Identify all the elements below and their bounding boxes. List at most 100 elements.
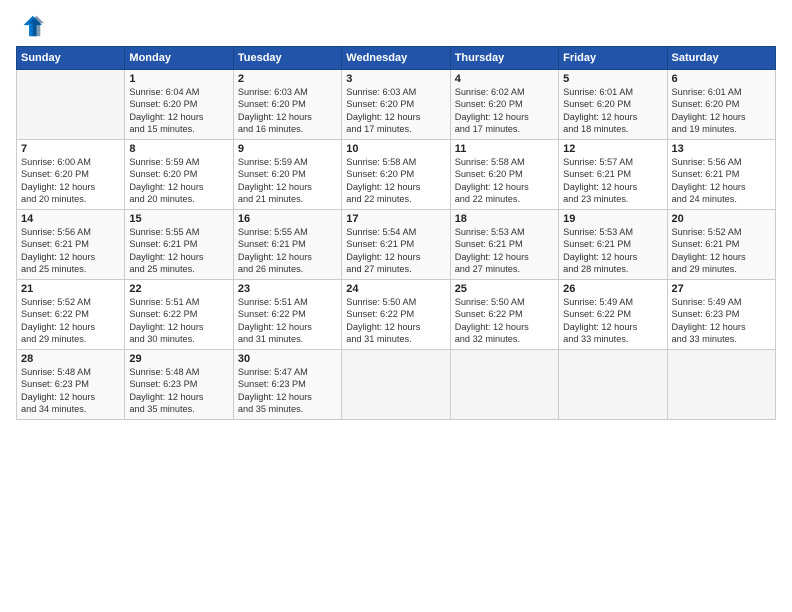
calendar-week-5: 28Sunrise: 5:48 AMSunset: 6:23 PMDayligh… xyxy=(17,350,776,420)
day-info: Sunrise: 5:56 AMSunset: 6:21 PMDaylight:… xyxy=(21,226,120,276)
calendar-cell xyxy=(342,350,450,420)
day-number: 22 xyxy=(129,283,228,295)
calendar-cell: 18Sunrise: 5:53 AMSunset: 6:21 PMDayligh… xyxy=(450,210,558,280)
day-number: 1 xyxy=(129,73,228,85)
day-info: Sunrise: 6:00 AMSunset: 6:20 PMDaylight:… xyxy=(21,156,120,206)
calendar-week-2: 7Sunrise: 6:00 AMSunset: 6:20 PMDaylight… xyxy=(17,140,776,210)
day-info: Sunrise: 6:01 AMSunset: 6:20 PMDaylight:… xyxy=(672,86,771,136)
day-info: Sunrise: 5:48 AMSunset: 6:23 PMDaylight:… xyxy=(21,366,120,416)
calendar-table: SundayMondayTuesdayWednesdayThursdayFrid… xyxy=(16,46,776,420)
calendar-cell: 16Sunrise: 5:55 AMSunset: 6:21 PMDayligh… xyxy=(233,210,341,280)
day-info: Sunrise: 5:58 AMSunset: 6:20 PMDaylight:… xyxy=(346,156,445,206)
calendar-cell: 23Sunrise: 5:51 AMSunset: 6:22 PMDayligh… xyxy=(233,280,341,350)
day-number: 24 xyxy=(346,283,445,295)
calendar-cell: 27Sunrise: 5:49 AMSunset: 6:23 PMDayligh… xyxy=(667,280,775,350)
day-number: 5 xyxy=(563,73,662,85)
day-number: 26 xyxy=(563,283,662,295)
day-info: Sunrise: 5:58 AMSunset: 6:20 PMDaylight:… xyxy=(455,156,554,206)
calendar-cell: 5Sunrise: 6:01 AMSunset: 6:20 PMDaylight… xyxy=(559,70,667,140)
day-number: 12 xyxy=(563,143,662,155)
day-number: 10 xyxy=(346,143,445,155)
calendar-cell: 20Sunrise: 5:52 AMSunset: 6:21 PMDayligh… xyxy=(667,210,775,280)
day-info: Sunrise: 5:52 AMSunset: 6:22 PMDaylight:… xyxy=(21,296,120,346)
day-info: Sunrise: 5:49 AMSunset: 6:23 PMDaylight:… xyxy=(672,296,771,346)
day-number: 7 xyxy=(21,143,120,155)
day-info: Sunrise: 6:03 AMSunset: 6:20 PMDaylight:… xyxy=(238,86,337,136)
day-number: 17 xyxy=(346,213,445,225)
day-info: Sunrise: 5:59 AMSunset: 6:20 PMDaylight:… xyxy=(129,156,228,206)
day-number: 13 xyxy=(672,143,771,155)
calendar-cell: 13Sunrise: 5:56 AMSunset: 6:21 PMDayligh… xyxy=(667,140,775,210)
day-info: Sunrise: 5:51 AMSunset: 6:22 PMDaylight:… xyxy=(238,296,337,346)
day-number: 15 xyxy=(129,213,228,225)
day-number: 14 xyxy=(21,213,120,225)
day-number: 30 xyxy=(238,353,337,365)
day-info: Sunrise: 5:52 AMSunset: 6:21 PMDaylight:… xyxy=(672,226,771,276)
logo xyxy=(16,12,48,40)
day-info: Sunrise: 5:54 AMSunset: 6:21 PMDaylight:… xyxy=(346,226,445,276)
calendar-cell: 2Sunrise: 6:03 AMSunset: 6:20 PMDaylight… xyxy=(233,70,341,140)
day-number: 23 xyxy=(238,283,337,295)
day-number: 20 xyxy=(672,213,771,225)
calendar-cell xyxy=(450,350,558,420)
day-number: 16 xyxy=(238,213,337,225)
day-info: Sunrise: 5:53 AMSunset: 6:21 PMDaylight:… xyxy=(455,226,554,276)
day-number: 8 xyxy=(129,143,228,155)
day-info: Sunrise: 5:55 AMSunset: 6:21 PMDaylight:… xyxy=(129,226,228,276)
day-info: Sunrise: 5:50 AMSunset: 6:22 PMDaylight:… xyxy=(455,296,554,346)
calendar-cell: 9Sunrise: 5:59 AMSunset: 6:20 PMDaylight… xyxy=(233,140,341,210)
weekday-header-thursday: Thursday xyxy=(450,47,558,70)
calendar-cell: 30Sunrise: 5:47 AMSunset: 6:23 PMDayligh… xyxy=(233,350,341,420)
calendar-cell: 7Sunrise: 6:00 AMSunset: 6:20 PMDaylight… xyxy=(17,140,125,210)
weekday-header-wednesday: Wednesday xyxy=(342,47,450,70)
day-info: Sunrise: 5:53 AMSunset: 6:21 PMDaylight:… xyxy=(563,226,662,276)
calendar-cell: 10Sunrise: 5:58 AMSunset: 6:20 PMDayligh… xyxy=(342,140,450,210)
day-number: 25 xyxy=(455,283,554,295)
day-info: Sunrise: 5:50 AMSunset: 6:22 PMDaylight:… xyxy=(346,296,445,346)
weekday-header-friday: Friday xyxy=(559,47,667,70)
calendar-cell: 11Sunrise: 5:58 AMSunset: 6:20 PMDayligh… xyxy=(450,140,558,210)
logo-icon xyxy=(16,12,44,40)
calendar-cell: 3Sunrise: 6:03 AMSunset: 6:20 PMDaylight… xyxy=(342,70,450,140)
day-number: 11 xyxy=(455,143,554,155)
day-number: 29 xyxy=(129,353,228,365)
day-number: 27 xyxy=(672,283,771,295)
calendar-cell: 8Sunrise: 5:59 AMSunset: 6:20 PMDaylight… xyxy=(125,140,233,210)
calendar-cell xyxy=(17,70,125,140)
calendar-cell: 6Sunrise: 6:01 AMSunset: 6:20 PMDaylight… xyxy=(667,70,775,140)
calendar-cell: 15Sunrise: 5:55 AMSunset: 6:21 PMDayligh… xyxy=(125,210,233,280)
day-number: 21 xyxy=(21,283,120,295)
day-info: Sunrise: 5:57 AMSunset: 6:21 PMDaylight:… xyxy=(563,156,662,206)
calendar-cell: 29Sunrise: 5:48 AMSunset: 6:23 PMDayligh… xyxy=(125,350,233,420)
day-number: 6 xyxy=(672,73,771,85)
day-info: Sunrise: 6:02 AMSunset: 6:20 PMDaylight:… xyxy=(455,86,554,136)
calendar-cell xyxy=(559,350,667,420)
day-info: Sunrise: 5:59 AMSunset: 6:20 PMDaylight:… xyxy=(238,156,337,206)
day-number: 19 xyxy=(563,213,662,225)
weekday-header-monday: Monday xyxy=(125,47,233,70)
weekday-header-saturday: Saturday xyxy=(667,47,775,70)
day-info: Sunrise: 5:49 AMSunset: 6:22 PMDaylight:… xyxy=(563,296,662,346)
calendar-cell: 1Sunrise: 6:04 AMSunset: 6:20 PMDaylight… xyxy=(125,70,233,140)
calendar-cell: 17Sunrise: 5:54 AMSunset: 6:21 PMDayligh… xyxy=(342,210,450,280)
calendar-cell: 22Sunrise: 5:51 AMSunset: 6:22 PMDayligh… xyxy=(125,280,233,350)
calendar-cell: 19Sunrise: 5:53 AMSunset: 6:21 PMDayligh… xyxy=(559,210,667,280)
weekday-header-row: SundayMondayTuesdayWednesdayThursdayFrid… xyxy=(17,47,776,70)
day-info: Sunrise: 5:48 AMSunset: 6:23 PMDaylight:… xyxy=(129,366,228,416)
day-info: Sunrise: 5:56 AMSunset: 6:21 PMDaylight:… xyxy=(672,156,771,206)
day-info: Sunrise: 5:55 AMSunset: 6:21 PMDaylight:… xyxy=(238,226,337,276)
day-info: Sunrise: 5:47 AMSunset: 6:23 PMDaylight:… xyxy=(238,366,337,416)
day-number: 2 xyxy=(238,73,337,85)
calendar-cell: 14Sunrise: 5:56 AMSunset: 6:21 PMDayligh… xyxy=(17,210,125,280)
calendar-cell: 28Sunrise: 5:48 AMSunset: 6:23 PMDayligh… xyxy=(17,350,125,420)
calendar-week-3: 14Sunrise: 5:56 AMSunset: 6:21 PMDayligh… xyxy=(17,210,776,280)
day-number: 28 xyxy=(21,353,120,365)
day-number: 3 xyxy=(346,73,445,85)
calendar-cell: 12Sunrise: 5:57 AMSunset: 6:21 PMDayligh… xyxy=(559,140,667,210)
calendar-cell: 24Sunrise: 5:50 AMSunset: 6:22 PMDayligh… xyxy=(342,280,450,350)
calendar-cell: 25Sunrise: 5:50 AMSunset: 6:22 PMDayligh… xyxy=(450,280,558,350)
calendar-week-4: 21Sunrise: 5:52 AMSunset: 6:22 PMDayligh… xyxy=(17,280,776,350)
day-info: Sunrise: 6:03 AMSunset: 6:20 PMDaylight:… xyxy=(346,86,445,136)
calendar-week-1: 1Sunrise: 6:04 AMSunset: 6:20 PMDaylight… xyxy=(17,70,776,140)
calendar-cell: 21Sunrise: 5:52 AMSunset: 6:22 PMDayligh… xyxy=(17,280,125,350)
